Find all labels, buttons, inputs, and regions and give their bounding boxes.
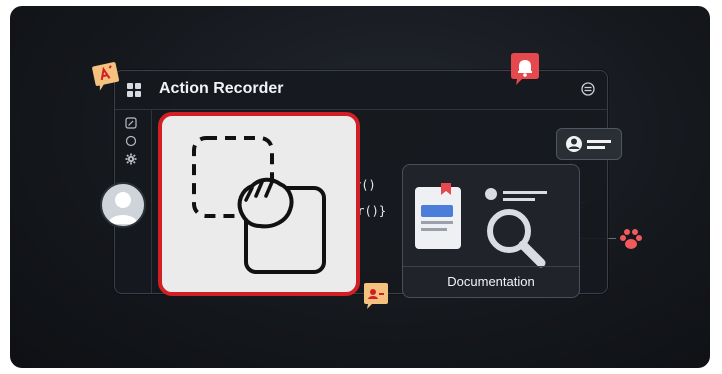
documentation-panel[interactable]: Documentation	[402, 164, 580, 298]
circle-icon[interactable]	[125, 135, 137, 147]
translate-chip[interactable]	[92, 62, 122, 91]
gear-icon[interactable]	[125, 153, 137, 165]
menu-icon[interactable]	[581, 82, 595, 96]
profile-chip[interactable]	[556, 128, 622, 160]
paw-icon	[620, 229, 642, 249]
drag-action-card[interactable]	[158, 112, 360, 296]
contact-chip[interactable]	[362, 282, 390, 310]
app-title: Action Recorder	[159, 80, 284, 97]
contact-icon	[364, 283, 388, 309]
avatar-icon	[108, 192, 138, 224]
bell-icon	[511, 53, 539, 85]
magnifier-icon	[487, 209, 546, 268]
user-icon	[566, 136, 611, 152]
drag-hand-icon	[192, 136, 326, 274]
document-icon	[415, 183, 461, 249]
person-icon	[485, 188, 547, 201]
scene-background: Action Recorder r() or()} Documentation	[10, 6, 710, 368]
translate-icon	[92, 62, 120, 91]
edit-icon[interactable]	[125, 117, 137, 129]
grid-icon[interactable]	[127, 83, 141, 97]
avatar[interactable]	[100, 182, 146, 228]
notification-chip[interactable]	[508, 52, 542, 85]
documentation-label: Documentation	[403, 266, 579, 297]
